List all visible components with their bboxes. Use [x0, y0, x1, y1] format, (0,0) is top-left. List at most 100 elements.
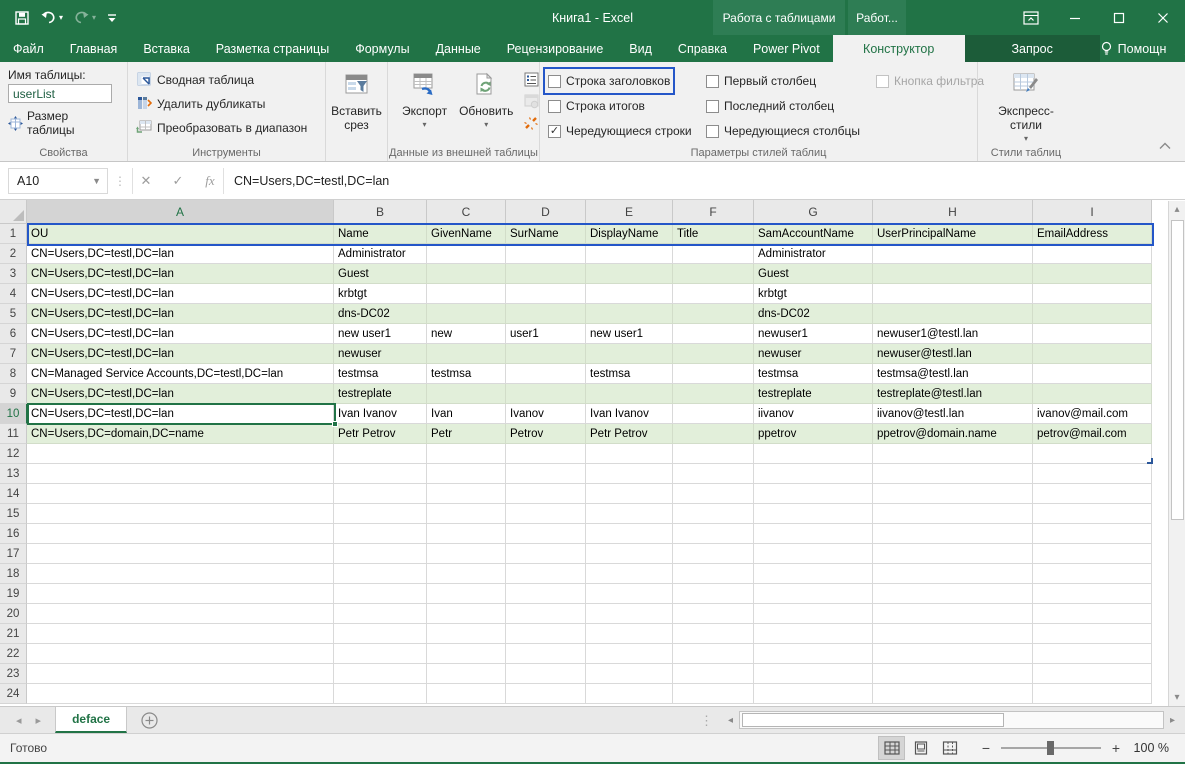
zoom-slider-thumb[interactable] — [1047, 741, 1054, 755]
cell[interactable]: UserPrincipalName — [873, 224, 1033, 244]
close-button[interactable] — [1141, 0, 1185, 35]
sheet-nav-right-icon[interactable]: ▸ — [36, 714, 42, 727]
select-all-corner[interactable] — [0, 200, 27, 224]
cell[interactable]: newuser — [334, 344, 427, 364]
style-option-checkbox[interactable]: Строка заголовков — [548, 72, 670, 90]
cell[interactable] — [873, 444, 1033, 464]
cell[interactable] — [873, 464, 1033, 484]
cell[interactable] — [586, 624, 673, 644]
cell[interactable] — [1033, 304, 1152, 324]
row-header[interactable]: 16 — [0, 524, 27, 544]
cell[interactable] — [506, 684, 586, 704]
cell[interactable] — [754, 484, 873, 504]
cell[interactable]: ppetrov — [754, 424, 873, 444]
cell[interactable]: Guest — [334, 264, 427, 284]
cell[interactable]: CN=Managed Service Accounts,DC=testl,DC=… — [27, 364, 334, 384]
cell[interactable] — [873, 244, 1033, 264]
cell[interactable] — [873, 304, 1033, 324]
cell[interactable] — [427, 524, 506, 544]
cell[interactable] — [334, 604, 427, 624]
cell[interactable] — [1033, 284, 1152, 304]
cell[interactable]: Petr Petrov — [586, 424, 673, 444]
cell[interactable]: GivenName — [427, 224, 506, 244]
cell[interactable]: CN=Users,DC=testl,DC=lan — [27, 264, 334, 284]
cell[interactable] — [873, 484, 1033, 504]
cell[interactable] — [873, 504, 1033, 524]
cell[interactable] — [506, 644, 586, 664]
cell[interactable]: dns-DC02 — [334, 304, 427, 324]
cell[interactable] — [673, 524, 754, 544]
cell[interactable] — [586, 604, 673, 624]
cell[interactable] — [586, 564, 673, 584]
row-header[interactable]: 23 — [0, 664, 27, 684]
cell[interactable] — [873, 284, 1033, 304]
cell[interactable] — [334, 484, 427, 504]
cell[interactable]: SamAccountName — [754, 224, 873, 244]
column-header[interactable]: E — [586, 200, 673, 224]
cell[interactable] — [506, 284, 586, 304]
cell[interactable] — [427, 344, 506, 364]
cell[interactable]: CN=Users,DC=domain,DC=name — [27, 424, 334, 444]
scroll-down-icon[interactable]: ▾ — [1169, 689, 1185, 706]
cell[interactable]: OU — [27, 224, 334, 244]
cell[interactable] — [27, 564, 334, 584]
cell[interactable]: CN=Users,DC=testl,DC=lan — [27, 244, 334, 264]
cell[interactable] — [586, 664, 673, 684]
cell[interactable] — [754, 664, 873, 684]
cell[interactable] — [586, 504, 673, 524]
cell[interactable] — [427, 464, 506, 484]
cell[interactable] — [754, 544, 873, 564]
row-header[interactable]: 12 — [0, 444, 27, 464]
cell[interactable]: CN=Users,DC=testl,DC=lan — [27, 344, 334, 364]
maximize-button[interactable] — [1097, 0, 1141, 35]
tab-scrollbar-splitter[interactable]: ⋮ — [700, 707, 713, 734]
cell[interactable] — [1033, 624, 1152, 644]
cell[interactable] — [506, 264, 586, 284]
cell[interactable] — [427, 244, 506, 264]
cell[interactable] — [506, 564, 586, 584]
connection-properties-button[interactable] — [521, 70, 541, 88]
cell[interactable]: Ivan Ivanov — [334, 404, 427, 424]
cell[interactable]: newuser1 — [754, 324, 873, 344]
row-header[interactable]: 19 — [0, 584, 27, 604]
cell[interactable] — [754, 584, 873, 604]
cell[interactable] — [1033, 684, 1152, 704]
export-button[interactable]: Экспорт ▾ — [396, 68, 453, 143]
cell[interactable]: iivanov@testl.lan — [873, 404, 1033, 424]
cell[interactable]: Ivan — [427, 404, 506, 424]
cell[interactable]: dns-DC02 — [754, 304, 873, 324]
cell[interactable]: new user1 — [334, 324, 427, 344]
cell[interactable]: testmsa@testl.lan — [873, 364, 1033, 384]
cell[interactable] — [1033, 344, 1152, 364]
row-header[interactable]: 8 — [0, 364, 27, 384]
column-header[interactable]: A — [27, 200, 334, 224]
ribbon-display-options-button[interactable] — [1009, 0, 1053, 35]
row-header[interactable]: 13 — [0, 464, 27, 484]
column-header[interactable]: B — [334, 200, 427, 224]
cell[interactable] — [1033, 264, 1152, 284]
tool-button[interactable]: Сводная таблица — [136, 68, 317, 92]
cell[interactable] — [673, 624, 754, 644]
cell[interactable] — [586, 464, 673, 484]
view-normal-button[interactable] — [878, 736, 905, 760]
scroll-up-icon[interactable]: ▴ — [1169, 201, 1185, 218]
cell[interactable]: ppetrov@domain.name — [873, 424, 1033, 444]
cell[interactable] — [1033, 244, 1152, 264]
cell[interactable]: petrov@mail.com — [1033, 424, 1152, 444]
cell[interactable] — [334, 524, 427, 544]
cell[interactable]: Title — [673, 224, 754, 244]
ribbon-tab[interactable]: Вид — [616, 35, 665, 62]
cell[interactable]: Petr Petrov — [334, 424, 427, 444]
cell[interactable] — [873, 524, 1033, 544]
cell[interactable] — [754, 684, 873, 704]
cell[interactable] — [334, 464, 427, 484]
row-header[interactable]: 17 — [0, 544, 27, 564]
ribbon-tab[interactable]: Рецензирование — [494, 35, 617, 62]
cell[interactable] — [586, 444, 673, 464]
cell[interactable]: newuser@testl.lan — [873, 344, 1033, 364]
customize-qat-button[interactable] — [106, 11, 118, 25]
horizontal-scroll-track[interactable] — [739, 711, 1164, 729]
cell[interactable]: CN=Users,DC=testl,DC=lan — [27, 304, 334, 324]
cell[interactable]: user1 — [506, 324, 586, 344]
row-header[interactable]: 6 — [0, 324, 27, 344]
